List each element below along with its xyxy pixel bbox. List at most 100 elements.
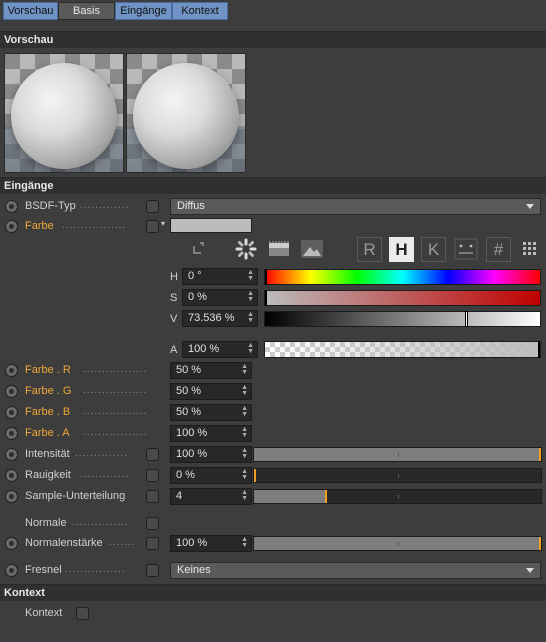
farbe-b-row: Farbe . B ................. 50 % ▲ ▼ — [0, 403, 546, 423]
sample-unterteilung-slider[interactable] — [253, 489, 542, 504]
section-header-eingaenge[interactable]: Eingänge — [0, 177, 546, 194]
bsdf-type-animate-icon[interactable] — [5, 200, 18, 213]
farbe-g-input[interactable]: 50 % ▲ ▼ — [170, 383, 252, 400]
image-icon[interactable] — [300, 238, 324, 260]
hue-handle[interactable] — [265, 269, 267, 285]
rauigkeit-slider[interactable] — [253, 468, 542, 483]
alpha-handle[interactable] — [538, 341, 540, 358]
sample-unterteilung-row: Sample-Unterteilung 4 ▲ ▼ — [0, 487, 546, 507]
rauigkeit-input[interactable]: 0 % ▲ ▼ — [170, 467, 252, 484]
pick-color-icon[interactable] — [189, 238, 213, 260]
kontext-link-toggle[interactable] — [76, 607, 89, 620]
rauigkeit-row: Rauigkeit ............. 0 % ▲ ▼ — [0, 466, 546, 486]
value-input[interactable]: 73.536 % ▲ ▼ — [182, 310, 258, 327]
farbe-animate-icon[interactable] — [5, 220, 18, 233]
stepper-icon: ▲ ▼ — [241, 536, 248, 549]
intensitaet-row: Intensität .............. 100 % ▲ ▼ — [0, 445, 546, 465]
stepper-icon: ▲ ▼ — [241, 489, 248, 502]
tab-eingaenge[interactable]: Eingänge — [115, 2, 172, 20]
bsdf-type-dropdown[interactable]: Diffus — [170, 198, 541, 215]
fresnel-dropdown[interactable]: Keines — [170, 562, 541, 579]
sample-unterteilung-link-toggle[interactable] — [146, 490, 159, 503]
hue-input[interactable]: 0 ° ▲ ▼ — [182, 268, 258, 285]
farbe-b-input[interactable]: 50 % ▲ ▼ — [170, 404, 252, 421]
farbe-r-input[interactable]: 50 % ▲ ▼ — [170, 362, 252, 379]
stepper-icon: ▲ ▼ — [241, 405, 248, 418]
mode-hsv-button[interactable]: H — [389, 237, 414, 262]
fresnel-link-toggle[interactable] — [146, 564, 159, 577]
saturation-slider[interactable] — [264, 290, 541, 306]
normalenstaerke-row: Normalenstärke ....... 100 % ▲ ▼ — [0, 534, 546, 554]
material-preview-2 — [126, 53, 246, 173]
mixer-icon[interactable] — [454, 238, 478, 260]
saturation-input[interactable]: 0 % ▲ ▼ — [182, 289, 258, 306]
stepper-icon: ▲ ▼ — [241, 426, 248, 439]
tab-vorschau[interactable]: Vorschau — [3, 2, 58, 20]
stepper-icon: ▲ ▼ — [241, 447, 248, 460]
fresnel-row: Fresnel ................ Keines — [0, 561, 546, 581]
hue-slider[interactable] — [264, 269, 541, 285]
sample-unterteilung-animate-icon[interactable] — [5, 490, 18, 503]
mode-rgb-button[interactable]: R — [357, 237, 382, 262]
chevron-down-icon — [526, 568, 534, 573]
sample-unterteilung-input[interactable]: 4 ▲ ▼ — [170, 488, 252, 505]
swatches-icon[interactable] — [518, 238, 542, 260]
value-label: V — [170, 313, 178, 325]
alpha-input[interactable]: 100 % ▲ ▼ — [182, 341, 258, 358]
normalenstaerke-link-toggle[interactable] — [146, 537, 159, 550]
normalenstaerke-animate-icon[interactable] — [5, 537, 18, 550]
alpha-label: A — [170, 344, 178, 356]
intensitaet-slider[interactable] — [253, 447, 542, 462]
stepper-icon: ▲ ▼ — [247, 311, 254, 324]
stepper-icon: ▲ ▼ — [247, 342, 254, 355]
kontext-row: Kontext — [0, 604, 546, 624]
section-header-kontext[interactable]: Kontext — [0, 584, 546, 601]
section-header-vorschau[interactable]: Vorschau — [0, 31, 546, 48]
value-slider[interactable] — [264, 311, 541, 327]
farbe-r-row: Farbe . R ................. 50 % ▲ ▼ — [0, 361, 546, 381]
value-handle[interactable] — [465, 311, 469, 327]
stepper-icon: ▲ ▼ — [247, 269, 254, 282]
spectrum-icon[interactable] — [267, 238, 291, 260]
bsdf-type-label: BSDF-Typ — [25, 200, 76, 212]
tab-bar: Vorschau Basis Eingänge Kontext — [0, 0, 546, 22]
farbe-g-animate-icon[interactable] — [5, 385, 18, 398]
farbe-b-animate-icon[interactable] — [5, 406, 18, 419]
farbe-a-input[interactable]: 100 % ▲ ▼ — [170, 425, 252, 442]
rauigkeit-link-toggle[interactable] — [146, 469, 159, 482]
stepper-icon: ▲ ▼ — [241, 468, 248, 481]
farbe-label: Farbe — [25, 220, 54, 232]
intensitaet-input[interactable]: 100 % ▲ ▼ — [170, 446, 252, 463]
normale-link-toggle[interactable] — [146, 517, 159, 530]
mode-hex-button[interactable]: # — [486, 237, 511, 262]
hue-label: H — [170, 271, 178, 283]
normalenstaerke-input[interactable]: 100 % ▲ ▼ — [170, 535, 252, 552]
saturation-label: S — [170, 292, 178, 304]
mode-kelvin-button[interactable]: K — [421, 237, 446, 262]
saturation-handle[interactable] — [265, 290, 267, 306]
color-wheel-icon[interactable] — [234, 238, 258, 260]
stepper-icon: ▲ ▼ — [247, 290, 254, 303]
bsdf-type-row: BSDF-Typ ............. Diffus — [0, 197, 546, 217]
alpha-slider[interactable] — [264, 341, 541, 358]
farbe-link-toggle[interactable] — [146, 220, 159, 233]
material-preview-1 — [4, 53, 124, 173]
tab-kontext[interactable]: Kontext — [172, 2, 228, 20]
farbe-a-row: Farbe . A ................. 100 % ▲ ▼ — [0, 424, 546, 444]
intensitaet-animate-icon[interactable] — [5, 448, 18, 461]
intensitaet-link-toggle[interactable] — [146, 448, 159, 461]
farbe-swatch[interactable] — [170, 218, 252, 233]
stepper-icon: ▲ ▼ — [241, 384, 248, 397]
farbe-a-animate-icon[interactable] — [5, 427, 18, 440]
fresnel-animate-icon[interactable] — [5, 564, 18, 577]
farbe-row: Farbe ................. ▾ — [0, 217, 546, 237]
rauigkeit-animate-icon[interactable] — [5, 469, 18, 482]
farbe-g-row: Farbe . G ................. 50 % ▲ ▼ — [0, 382, 546, 402]
tab-basis[interactable]: Basis — [58, 2, 115, 20]
stepper-icon: ▲ ▼ — [241, 363, 248, 376]
chevron-down-icon — [526, 204, 534, 209]
bsdf-type-link-toggle[interactable] — [146, 200, 159, 213]
farbe-r-animate-icon[interactable] — [5, 364, 18, 377]
normalenstaerke-slider[interactable] — [253, 536, 542, 551]
farbe-expand-icon[interactable]: ▾ — [161, 219, 165, 228]
